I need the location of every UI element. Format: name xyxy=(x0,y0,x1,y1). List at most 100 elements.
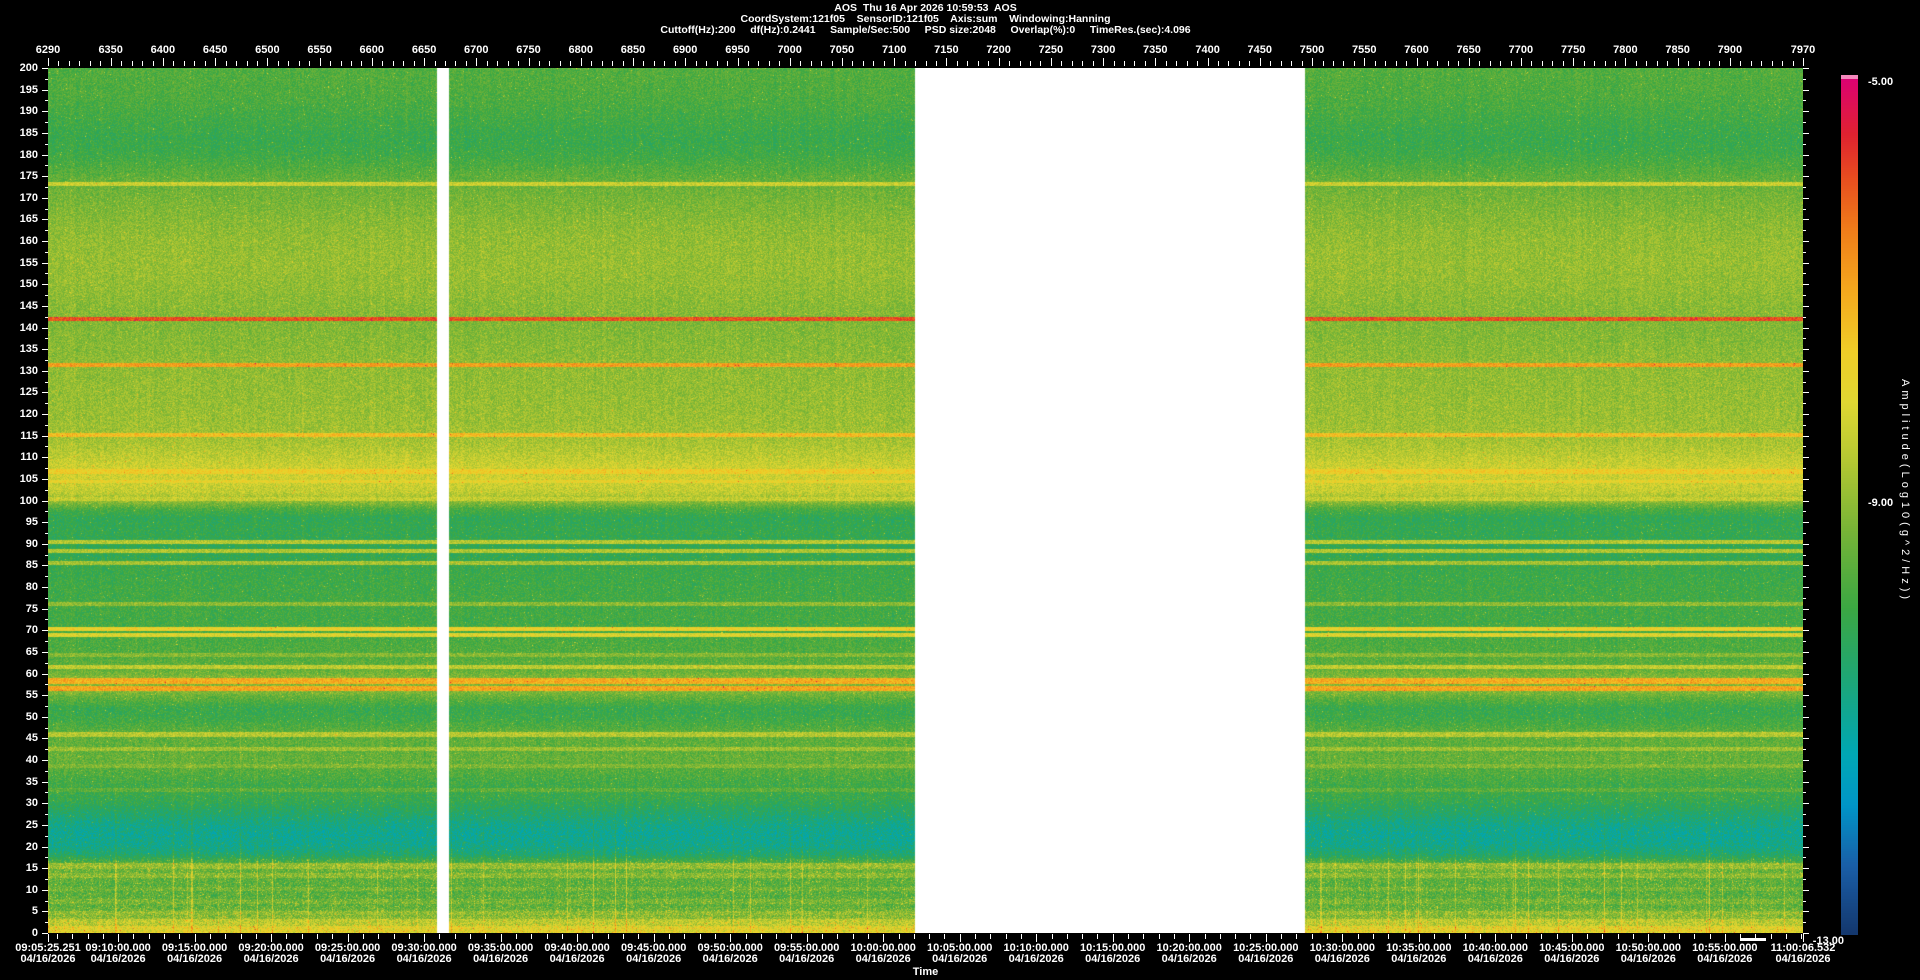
time-axis-major-tick xyxy=(577,934,579,942)
top-axis-minor-tick xyxy=(925,61,927,66)
top-axis-major-tick xyxy=(1312,58,1313,66)
date-tick-label: 04/16/2026 xyxy=(1775,953,1831,965)
right-axis-minor-tick xyxy=(1803,684,1806,686)
right-axis-major-tick xyxy=(1803,154,1809,156)
colorbar xyxy=(1841,75,1858,935)
time-axis-minor-tick xyxy=(1128,934,1129,939)
top-axis-minor-tick xyxy=(1479,61,1481,66)
top-axis-minor-tick xyxy=(1562,61,1564,66)
top-axis-minor-tick xyxy=(1458,61,1460,66)
top-axis-minor-tick xyxy=(967,61,969,66)
right-axis-major-tick xyxy=(1803,241,1809,242)
top-axis-minor-tick xyxy=(935,61,937,66)
right-axis-minor-tick xyxy=(1803,705,1806,707)
freq-axis-tick-label: 95 xyxy=(25,516,38,529)
top-axis-tick-label: 7350 xyxy=(1143,44,1168,56)
freq-axis-tick-label: 0 xyxy=(31,927,38,939)
top-axis-major-tick xyxy=(267,58,269,66)
top-axis-minor-tick xyxy=(1082,61,1084,66)
top-axis-tick-label: 7700 xyxy=(1508,44,1534,56)
top-axis-major-tick xyxy=(1729,58,1731,66)
top-axis-minor-tick xyxy=(1332,61,1334,66)
top-axis-major-tick xyxy=(1207,58,1209,66)
top-axis-major-tick xyxy=(1468,58,1470,66)
time-axis-minor-tick xyxy=(546,934,548,939)
top-axis-major-tick xyxy=(1416,58,1418,66)
time-axis-minor-tick xyxy=(1403,934,1405,939)
top-axis-minor-tick xyxy=(821,61,822,66)
time-axis-title: Time xyxy=(912,966,939,978)
top-axis-minor-tick xyxy=(977,61,979,66)
top-axis-minor-tick xyxy=(1646,61,1648,66)
top-axis-minor-tick xyxy=(1510,61,1512,66)
right-axis-minor-tick xyxy=(1803,641,1806,643)
time-axis-major-tick xyxy=(1495,934,1497,942)
right-axis-minor-tick xyxy=(1803,143,1806,145)
right-axis-major-tick xyxy=(1803,414,1809,415)
right-axis-minor-tick xyxy=(1803,749,1806,751)
top-axis-minor-tick xyxy=(1124,61,1125,66)
freq-axis-tick-label: 40 xyxy=(25,754,38,766)
time-axis-minor-tick xyxy=(1296,934,1298,939)
top-axis-minor-tick xyxy=(747,61,749,66)
time-axis-major-tick xyxy=(1189,934,1191,942)
time-axis-minor-tick xyxy=(1082,934,1084,939)
right-axis-minor-tick xyxy=(1803,186,1806,188)
right-axis-major-tick xyxy=(1803,500,1809,502)
top-axis-minor-tick xyxy=(1698,61,1700,66)
top-axis-tick-label: 7250 xyxy=(1038,44,1064,56)
top-axis-minor-tick xyxy=(382,61,384,66)
top-axis-major-tick xyxy=(1573,58,1575,66)
top-axis-minor-tick xyxy=(236,61,237,66)
time-axis-major-tick xyxy=(1112,934,1114,942)
top-axis-minor-tick xyxy=(1186,61,1188,66)
time-axis-minor-tick xyxy=(776,934,778,939)
top-axis-minor-tick xyxy=(1176,61,1178,66)
top-axis-major-tick xyxy=(737,58,739,66)
freq-axis-tick-label: 45 xyxy=(25,732,38,745)
top-axis-major-tick xyxy=(946,58,948,66)
time-axis-minor-tick xyxy=(1005,934,1007,939)
top-axis-tick-label: 7970 xyxy=(1790,44,1816,56)
time-axis-minor-tick xyxy=(1602,934,1604,939)
top-axis-minor-tick xyxy=(1667,61,1669,66)
time-axis-minor-tick xyxy=(1173,934,1175,939)
top-axis-minor-tick xyxy=(1740,61,1742,66)
top-axis-major-tick xyxy=(215,58,217,66)
top-axis-tick-label: 7300 xyxy=(1090,44,1116,56)
time-axis-minor-tick xyxy=(669,934,670,939)
top-axis-major-tick xyxy=(48,58,49,66)
top-axis-tick-label: 6400 xyxy=(150,44,176,56)
top-axis-minor-tick xyxy=(1092,61,1094,66)
time-axis-minor-tick xyxy=(515,934,517,939)
spectrogram-viewer: { "colors": { "background": "#000000", "… xyxy=(0,0,1920,980)
top-axis-minor-tick xyxy=(298,61,300,66)
freq-axis-tick-label: 165 xyxy=(19,213,38,226)
top-axis-minor-tick xyxy=(727,61,728,66)
right-axis-minor-tick xyxy=(1803,619,1806,621)
time-axis-minor-tick xyxy=(1525,934,1527,939)
top-axis-minor-tick xyxy=(309,61,311,66)
top-axis-minor-tick xyxy=(1531,61,1533,66)
top-axis-tick-label: 6290 xyxy=(35,44,61,56)
right-axis-major-tick xyxy=(1803,673,1809,675)
right-axis-major-tick xyxy=(1803,197,1809,199)
top-axis-minor-tick xyxy=(622,61,624,66)
top-axis-major-tick xyxy=(110,58,112,66)
right-axis-minor-tick xyxy=(1803,316,1806,318)
right-axis-major-tick xyxy=(1803,522,1809,524)
top-axis-minor-tick xyxy=(434,61,436,66)
freq-axis-tick-label: 35 xyxy=(25,775,38,788)
top-axis-minor-tick xyxy=(1782,61,1784,66)
time-axis-minor-tick xyxy=(72,934,74,939)
right-axis-major-tick xyxy=(1803,68,1809,69)
right-axis-minor-tick xyxy=(1803,381,1806,383)
time-axis-major-tick xyxy=(500,934,502,942)
colorbar-min-label: -13.00 xyxy=(1812,935,1844,947)
top-axis-minor-tick xyxy=(1009,61,1011,66)
time-axis-major-tick xyxy=(883,934,885,942)
freq-axis-tick-label: 150 xyxy=(19,278,38,291)
top-axis-minor-tick xyxy=(152,61,154,66)
time-axis-minor-tick xyxy=(791,934,793,939)
spectrogram-canvas[interactable] xyxy=(48,68,1803,933)
